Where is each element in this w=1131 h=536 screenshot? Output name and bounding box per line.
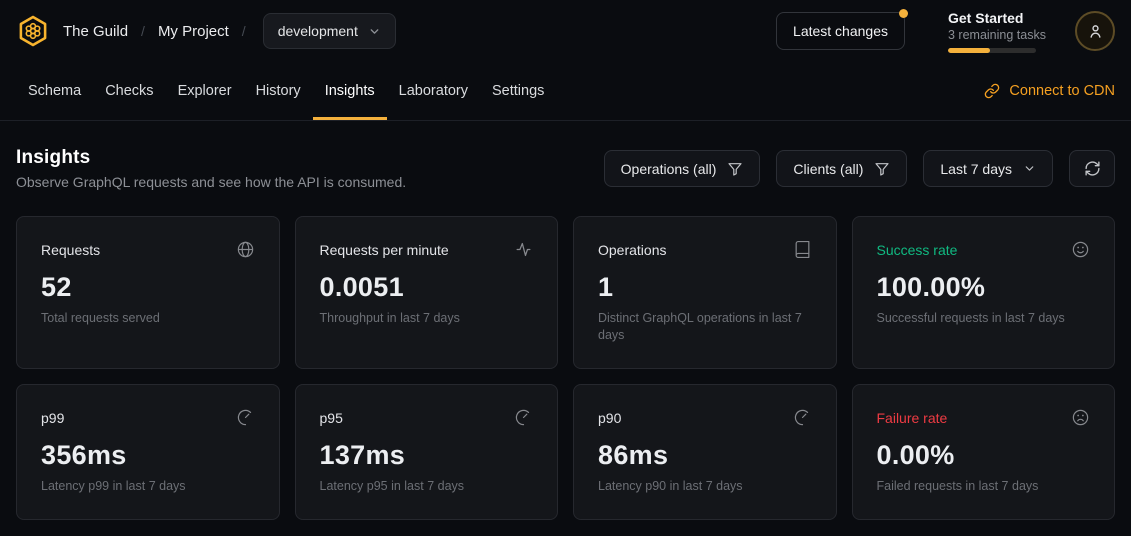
gauge-icon — [514, 408, 533, 427]
card-title: Requests — [41, 240, 100, 258]
activity-icon — [514, 240, 533, 259]
card-description: Latency p99 in last 7 days — [41, 478, 255, 495]
user-avatar[interactable] — [1075, 11, 1115, 51]
stat-card-operations: Operations 1 Distinct GraphQL operations… — [573, 216, 837, 369]
card-value: 1 — [598, 272, 812, 303]
connect-to-cdn-link[interactable]: Connect to CDN — [984, 62, 1115, 120]
clients-filter-button[interactable]: Clients (all) — [776, 150, 907, 187]
tab-explorer[interactable]: Explorer — [166, 62, 244, 120]
chevron-down-icon — [1023, 162, 1036, 175]
stat-card-failure-rate: Failure rate 0.00% Failed requests in la… — [852, 384, 1116, 520]
refresh-icon — [1084, 160, 1101, 177]
gauge-icon — [793, 408, 812, 427]
breadcrumb-project[interactable]: My Project — [158, 23, 229, 40]
get-started-progress-fill — [948, 48, 990, 53]
chevron-down-icon — [368, 25, 381, 38]
card-description: Successful requests in last 7 days — [877, 310, 1091, 327]
stats-grid: Requests 52 Total requests served Reques… — [16, 216, 1115, 520]
stat-card-p99: p99 356ms Latency p99 in last 7 days — [16, 384, 280, 520]
tab-settings[interactable]: Settings — [480, 62, 556, 120]
tab-checks[interactable]: Checks — [93, 62, 165, 120]
card-value: 0.00% — [877, 440, 1091, 471]
environment-selector[interactable]: development — [263, 13, 396, 49]
card-value: 0.0051 — [320, 272, 534, 303]
breadcrumb-separator: / — [242, 23, 246, 39]
card-description: Failed requests in last 7 days — [877, 478, 1091, 495]
stat-card-success-rate: Success rate 100.00% Successful requests… — [852, 216, 1116, 369]
card-title: p99 — [41, 408, 64, 426]
tab-history[interactable]: History — [244, 62, 313, 120]
tab-schema[interactable]: Schema — [16, 62, 93, 120]
smile-icon — [1071, 240, 1090, 259]
get-started-widget[interactable]: Get Started 3 remaining tasks — [948, 10, 1036, 53]
breadcrumb-separator: / — [141, 23, 145, 39]
stat-card-requests: Requests 52 Total requests served — [16, 216, 280, 369]
get-started-title: Get Started — [948, 10, 1036, 26]
card-description: Total requests served — [41, 310, 255, 327]
latest-changes-button[interactable]: Latest changes — [776, 12, 905, 50]
filter-icon — [727, 161, 743, 177]
card-description: Throughput in last 7 days — [320, 310, 534, 327]
stat-card-p95: p95 137ms Latency p95 in last 7 days — [295, 384, 559, 520]
date-range-value: Last 7 days — [940, 161, 1012, 177]
filters-bar: Operations (all) Clients (all) Last 7 da… — [604, 150, 1115, 187]
page-title-block: Insights Observe GraphQL requests and se… — [16, 147, 406, 190]
tab-insights[interactable]: Insights — [313, 62, 387, 120]
card-title: Success rate — [877, 240, 958, 258]
app-header: The Guild / My Project / development Lat… — [0, 0, 1131, 62]
project-nav: Schema Checks Explorer History Insights … — [0, 62, 1131, 121]
stat-card-p90: p90 86ms Latency p90 in last 7 days — [573, 384, 837, 520]
card-title: p95 — [320, 408, 343, 426]
date-range-selector[interactable]: Last 7 days — [923, 150, 1053, 187]
card-value: 86ms — [598, 440, 812, 471]
page-subtitle: Observe GraphQL requests and see how the… — [16, 174, 406, 190]
stat-card-rpm: Requests per minute 0.0051 Throughput in… — [295, 216, 559, 369]
insights-page: Insights Observe GraphQL requests and se… — [0, 121, 1131, 536]
link-icon — [984, 83, 1000, 99]
book-icon — [793, 240, 812, 259]
card-title: Operations — [598, 240, 666, 258]
guild-hexagon-logo[interactable] — [16, 14, 50, 48]
connect-to-cdn-label: Connect to CDN — [1009, 83, 1115, 99]
card-description: Latency p90 in last 7 days — [598, 478, 812, 495]
get-started-subtitle: 3 remaining tasks — [948, 28, 1036, 42]
globe-icon — [236, 240, 255, 259]
page-title: Insights — [16, 147, 406, 169]
clients-filter-label: Clients (all) — [793, 161, 863, 177]
card-description: Distinct GraphQL operations in last 7 da… — [598, 310, 812, 344]
operations-filter-label: Operations (all) — [621, 161, 717, 177]
get-started-progress-track — [948, 48, 1036, 53]
gauge-icon — [236, 408, 255, 427]
card-value: 356ms — [41, 440, 255, 471]
card-title: p90 — [598, 408, 621, 426]
card-value: 52 — [41, 272, 255, 303]
breadcrumb-org[interactable]: The Guild — [63, 23, 128, 40]
card-value: 100.00% — [877, 272, 1091, 303]
frown-icon — [1071, 408, 1090, 427]
card-title: Failure rate — [877, 408, 948, 426]
filter-icon — [874, 161, 890, 177]
latest-changes-label: Latest changes — [793, 23, 888, 39]
card-value: 137ms — [320, 440, 534, 471]
operations-filter-button[interactable]: Operations (all) — [604, 150, 761, 187]
tab-laboratory[interactable]: Laboratory — [387, 62, 480, 120]
refresh-button[interactable] — [1069, 150, 1115, 187]
notification-dot — [899, 9, 908, 18]
person-icon — [1086, 22, 1105, 41]
card-description: Latency p95 in last 7 days — [320, 478, 534, 495]
card-title: Requests per minute — [320, 240, 449, 258]
environment-selector-value: development — [278, 23, 358, 39]
